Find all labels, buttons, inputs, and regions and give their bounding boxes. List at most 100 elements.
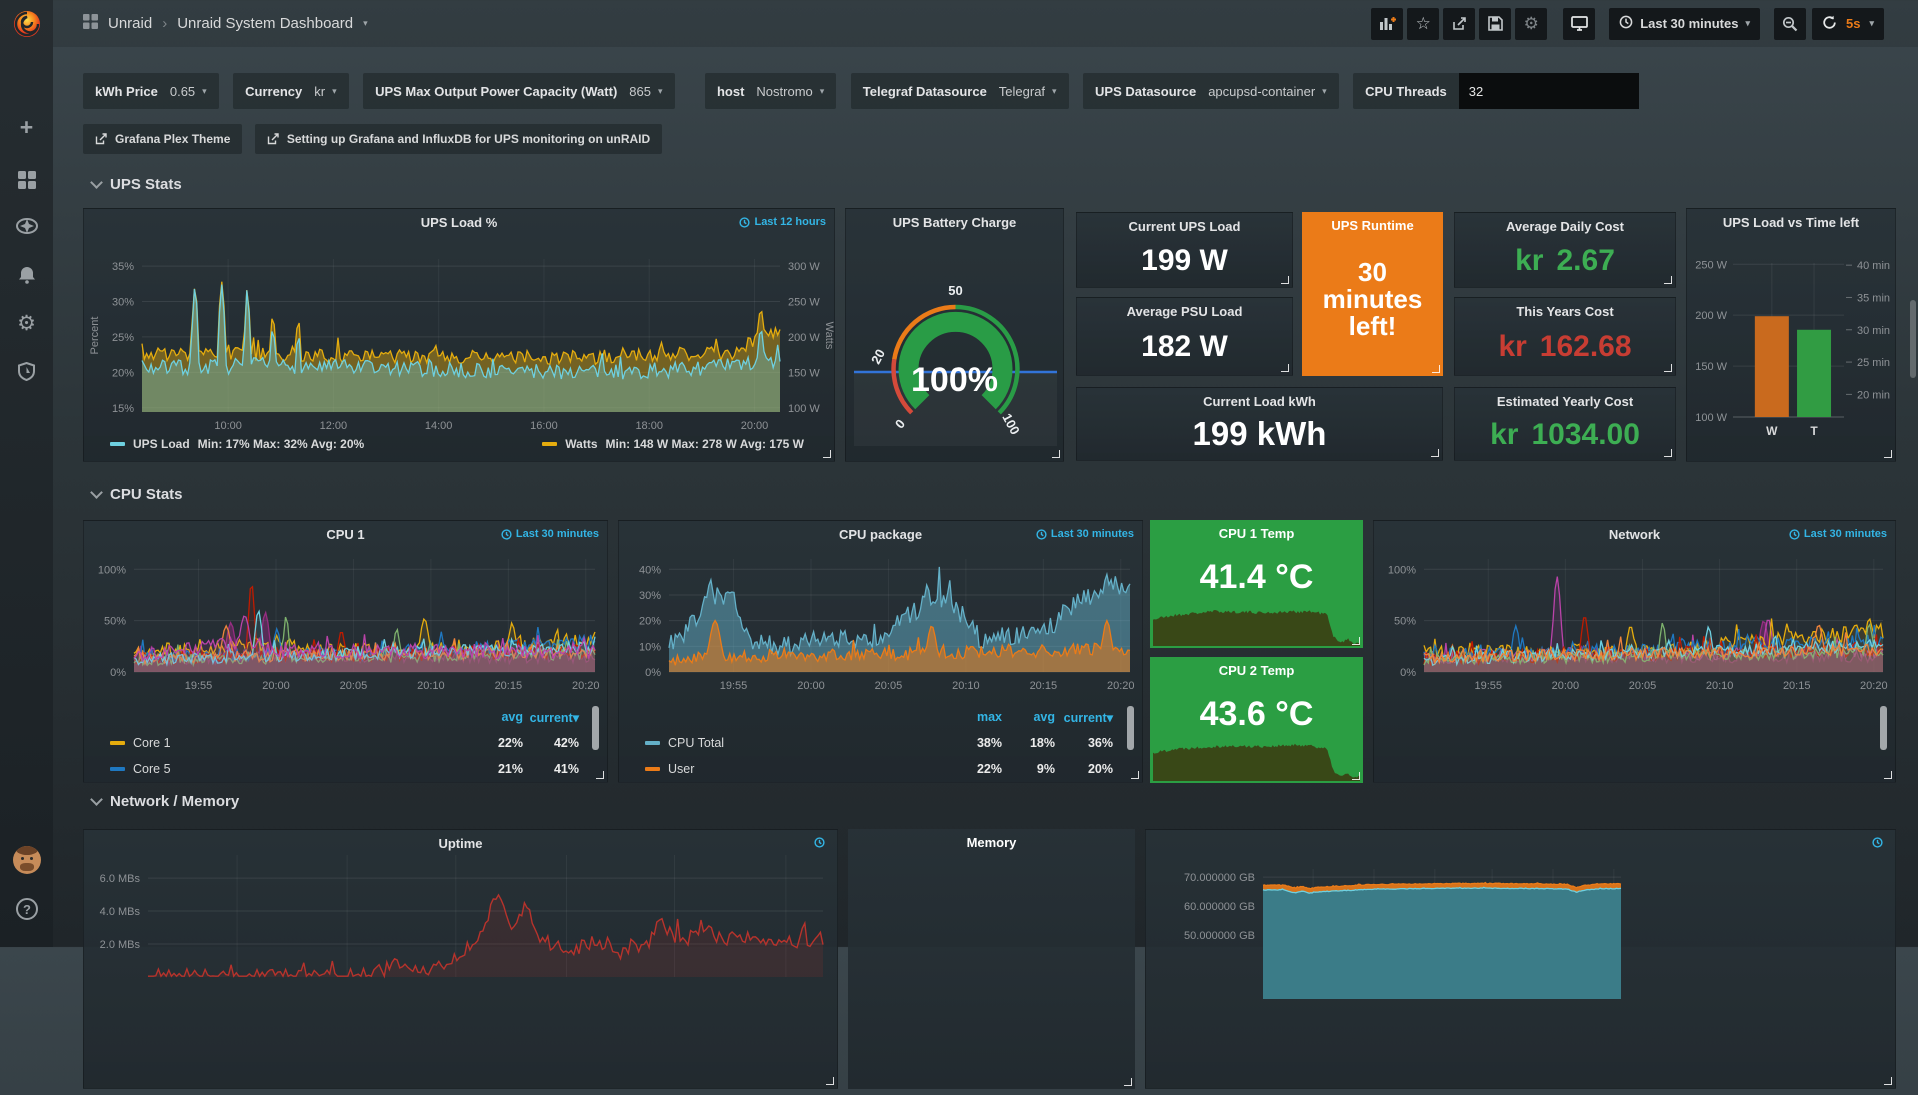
svg-text:25 min: 25 min (1857, 357, 1890, 369)
svg-text:20:00: 20:00 (797, 680, 825, 692)
cpu-threads-input[interactable] (1459, 73, 1639, 109)
svg-text:14:00: 14:00 (425, 420, 453, 432)
breadcrumb-separator: › (162, 15, 167, 32)
svg-text:30%: 30% (112, 297, 134, 309)
panel-ups-load: UPS Load % Last 12 hours 10:0012:0014:00… (83, 208, 835, 462)
variable-ups-max-capacity[interactable]: UPS Max Output Power Capacity (Watt)865▾ (363, 73, 674, 109)
variable-kwh-price[interactable]: kWh Price0.65▾ (83, 73, 219, 109)
svg-text:20%: 20% (639, 616, 661, 628)
share-button[interactable] (1443, 8, 1475, 40)
help-icon[interactable]: ? (16, 898, 38, 920)
svg-text:10:00: 10:00 (214, 420, 242, 432)
sidebar: + ⚙ ? (0, 0, 53, 947)
alerting-bell-icon[interactable] (0, 262, 53, 288)
stat-value: kr1034.00 (1490, 409, 1640, 460)
svg-text:20 min: 20 min (1857, 389, 1890, 401)
legend-row[interactable] (1651, 934, 1887, 960)
stat-value: 182 W (1141, 319, 1228, 375)
section-network-memory[interactable]: Network / Memory (92, 793, 239, 810)
legend-scrollbar[interactable] (592, 706, 599, 750)
legend-row[interactable] (1651, 908, 1887, 934)
legend-memory (1651, 886, 1887, 960)
svg-text:30%: 30% (639, 590, 661, 602)
svg-text:100%: 100% (98, 564, 126, 576)
svg-text:300 W: 300 W (788, 261, 820, 273)
legend-scrollbar[interactable] (1127, 706, 1134, 750)
panel-cpu1-temp: CPU 1 Temp 41.4 °C (1150, 520, 1363, 648)
legend-watts[interactable]: Watts Min: 148 W Max: 278 W Avg: 175 W (542, 437, 804, 451)
svg-text:250 W: 250 W (788, 297, 820, 309)
time-range-picker[interactable]: Last 30 minutes ▾ (1609, 8, 1760, 40)
configuration-gear-icon[interactable]: ⚙ (0, 310, 53, 336)
legend-row[interactable] (1374, 756, 1895, 782)
variable-telegraf-datasource[interactable]: Telegraf DatasourceTelegraf▾ (851, 73, 1069, 109)
breadcrumb-dashboard-title[interactable]: Unraid System Dashboard (177, 15, 353, 32)
panel-estimated-yearly-cost: Estimated Yearly Cost kr1034.00 (1454, 387, 1676, 461)
grafana-logo-icon[interactable] (12, 9, 42, 39)
svg-text:W: W (1766, 424, 1778, 438)
time-range-label: Last 30 minutes (1640, 16, 1738, 31)
refresh-picker[interactable]: 5s ▾ (1812, 8, 1884, 40)
legend-row[interactable]: Core 521%41% (84, 756, 607, 782)
panel-ups-load-vs-time-left: UPS Load vs Time left 100 W150 W200 W250… (1686, 208, 1896, 462)
legend-row[interactable]: Core 122%42% (84, 730, 607, 756)
svg-text:50%: 50% (1394, 616, 1416, 628)
variable-currency[interactable]: Currencykr▾ (233, 73, 348, 109)
breadcrumb-folder[interactable]: Unraid (108, 15, 152, 32)
svg-text:Percent: Percent (89, 317, 101, 355)
svg-text:19:55: 19:55 (1474, 680, 1502, 692)
svg-text:20:00: 20:00 (1552, 680, 1580, 692)
legend-ups-load[interactable]: UPS Load Min: 17% Max: 32% Avg: 20% (110, 437, 364, 451)
variable-ups-datasource[interactable]: UPS Datasourceapcupsd-container▾ (1083, 73, 1339, 109)
cycle-view-mode-button[interactable] (1563, 8, 1595, 40)
dashboard-dropdown-caret[interactable]: ▾ (363, 18, 368, 29)
panel-uptime: Memory (848, 829, 1135, 1089)
svg-text:100%: 100% (1388, 564, 1416, 576)
svg-text:40%: 40% (639, 564, 661, 576)
create-plus-icon[interactable]: + (0, 114, 53, 140)
panel-average-psu-load: Average PSU Load 182 W (1076, 297, 1293, 376)
svg-text:35%: 35% (112, 261, 134, 273)
star-button[interactable]: ☆ (1407, 8, 1439, 40)
stat-value: 30 minutes left! (1302, 233, 1443, 376)
section-cpu-stats[interactable]: CPU Stats (92, 486, 183, 503)
ups-load-chart[interactable]: 10:0012:0014:0016:0018:0020:0015%20%25%3… (84, 209, 836, 463)
legend-row[interactable]: User22%9%20% (619, 756, 1142, 782)
dashboard-settings-gear-icon[interactable]: ⚙ (1515, 8, 1547, 40)
dashboards-icon[interactable] (0, 167, 53, 193)
svg-text:35 min: 35 min (1857, 292, 1890, 304)
legend-cpu-package: maxavgcurrent▾ CPU Total38%18%36% User22… (619, 704, 1142, 782)
zoom-out-button[interactable] (1774, 8, 1806, 40)
explore-compass-icon[interactable] (0, 213, 53, 239)
page-scrollbar[interactable] (1910, 300, 1916, 378)
panel-cpu1: CPU 1 Last 30 minutes 19:5520:0020:0520:… (83, 520, 608, 783)
legend-scrollbar[interactable] (1880, 706, 1887, 750)
link-ups-monitoring-guide[interactable]: Setting up Grafana and InfluxDB for UPS … (255, 124, 662, 154)
section-ups-stats[interactable]: UPS Stats (92, 176, 182, 193)
panel-cpu2: Network Last 30 minutes 19:5520:0020:052… (1373, 520, 1896, 783)
svg-text:2.0 MBs: 2.0 MBs (100, 939, 141, 951)
battery-gauge[interactable]: 02050100 (846, 209, 1065, 463)
svg-text:40 min: 40 min (1857, 260, 1890, 272)
legend-row[interactable] (1374, 730, 1895, 756)
svg-text:20:15: 20:15 (495, 680, 523, 692)
link-grafana-plex-theme[interactable]: Grafana Plex Theme (83, 124, 242, 154)
add-panel-button[interactable] (1371, 8, 1403, 40)
memory-chart[interactable]: 50.000000 GB60.000000 GB70.000000 GB (1146, 830, 1897, 1090)
svg-text:20%: 20% (112, 367, 134, 379)
network-chart[interactable]: 2.0 MBs4.0 MBs6.0 MBs (84, 830, 839, 1090)
svg-text:50: 50 (948, 283, 962, 298)
svg-text:200 W: 200 W (1695, 310, 1727, 322)
svg-text:100 W: 100 W (788, 403, 820, 415)
legend-row[interactable]: CPU Total38%18%36% (619, 730, 1142, 756)
variable-cpu-threads: CPU Threads (1353, 73, 1639, 109)
save-button[interactable] (1479, 8, 1511, 40)
variable-host[interactable]: hostNostromo▾ (705, 73, 836, 109)
svg-text:200 W: 200 W (788, 332, 820, 344)
server-admin-shield-icon[interactable] (0, 358, 53, 384)
load-vs-time-bars[interactable]: 100 W150 W200 W250 W20 min25 min30 min35… (1687, 209, 1897, 463)
user-avatar[interactable] (13, 846, 41, 874)
svg-text:12:00: 12:00 (320, 420, 348, 432)
top-navbar: Unraid › Unraid System Dashboard ▾ ☆ ⚙ L… (53, 0, 1918, 47)
svg-text:15%: 15% (112, 403, 134, 415)
